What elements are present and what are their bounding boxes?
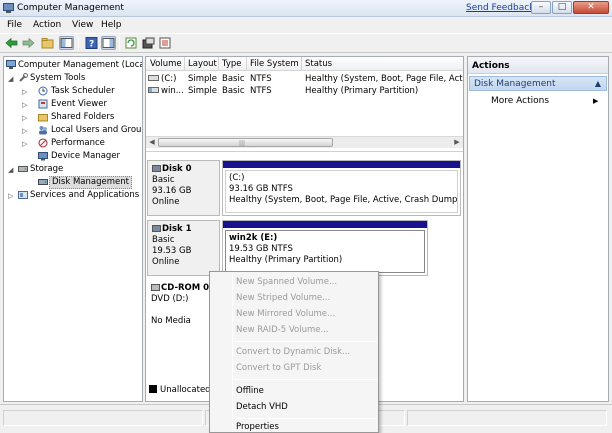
status-cell <box>407 410 607 426</box>
computer-management-icon <box>6 60 16 70</box>
back-arrow-icon[interactable] <box>4 36 19 50</box>
column-header-volume[interactable]: Volume <box>150 59 182 69</box>
expand-triangle-icon[interactable]: ▷ <box>22 88 30 96</box>
menu-item-new-spanned-volume[interactable]: New Spanned Volume... <box>236 275 337 289</box>
cd-rom-icon <box>151 284 160 291</box>
partition-bar <box>223 161 460 168</box>
menu-item-convert-to-dynamic-disk[interactable]: Convert to Dynamic Disk... <box>236 345 350 359</box>
status-cell <box>3 410 203 426</box>
volume-row[interactable]: win... Simple Basic NTFS Healthy (Primar… <box>146 85 463 97</box>
menu-item-new-striped-volume[interactable]: New Striped Volume... <box>236 291 330 305</box>
menu-item-convert-to-gpt-disk[interactable]: Convert to GPT Disk <box>236 361 321 375</box>
disk-0-label[interactable]: Disk 0 Basic 93.16 GB Online <box>147 160 220 216</box>
volume-row[interactable]: (C:) Simple Basic NTFS Healthy (System, … <box>146 73 463 85</box>
column-header-type[interactable]: Type <box>222 59 242 69</box>
scrollbar-thumb[interactable]: ||| <box>158 138 333 147</box>
column-header-layout[interactable]: Layout <box>188 59 217 69</box>
console-tree: Computer Management (Local ◢ System Tool… <box>3 56 143 402</box>
device-manager-icon <box>38 151 48 161</box>
actions-section-disk-management[interactable]: Disk Management ▲ <box>469 76 607 91</box>
storage-icon <box>18 164 28 174</box>
menu-help[interactable]: Help <box>101 20 122 30</box>
submenu-arrow-icon[interactable]: ▶ <box>593 97 598 105</box>
volume-list-scrollbar[interactable]: ◀ ||| ▶ <box>146 136 463 148</box>
clock-icon <box>38 86 48 96</box>
help-icon[interactable]: ? <box>84 36 99 50</box>
expand-triangle-icon[interactable]: ▷ <box>22 114 30 122</box>
menu-action[interactable]: Action <box>33 20 61 30</box>
expand-triangle-icon[interactable]: ▷ <box>22 101 30 109</box>
actions-pane: Actions Disk Management ▲ More Actions ▶ <box>467 56 609 402</box>
scroll-left-arrow-icon[interactable]: ◀ <box>146 137 158 148</box>
toolbar: ? <box>0 33 612 53</box>
menu-view[interactable]: View <box>72 20 93 30</box>
svg-text:?: ? <box>89 40 94 50</box>
minimize-button[interactable]: – <box>531 1 551 14</box>
partition-e[interactable]: win2k (E:) 19.53 GB NTFS Healthy (Primar… <box>222 220 428 276</box>
expand-triangle-icon[interactable]: ▷ <box>8 192 16 200</box>
disk-management-icon <box>38 177 48 187</box>
menu-item-detach-vhd[interactable]: Detach VHD <box>236 400 288 414</box>
disk-1-label[interactable]: Disk 1 Basic 19.53 GB Online <box>147 220 220 276</box>
more-actions-link[interactable]: More Actions <box>491 96 549 106</box>
column-header-file-system[interactable]: File System <box>250 59 299 69</box>
properties-icon[interactable] <box>141 36 156 50</box>
up-folder-icon[interactable] <box>40 36 55 50</box>
menu-file[interactable]: File <box>7 20 22 30</box>
tools-icon <box>18 73 28 83</box>
menu-item-new-mirrored-volume[interactable]: New Mirrored Volume... <box>236 307 335 321</box>
close-button[interactable]: ✕ <box>573 1 609 14</box>
expand-triangle-icon[interactable]: ▷ <box>22 140 30 148</box>
send-feedback-link[interactable]: Send Feedback <box>466 3 534 13</box>
legend-unallocated: Unallocated <box>149 385 211 395</box>
window-title: Computer Management <box>17 3 124 13</box>
shared-folder-icon <box>38 112 48 122</box>
partition-c[interactable]: (C:) 93.16 GB NTFS Healthy (System, Boot… <box>222 160 461 216</box>
menu-item-properties[interactable]: Properties <box>236 420 279 433</box>
export-list-icon[interactable] <box>158 36 173 50</box>
users-icon <box>38 125 48 135</box>
partition-bar <box>223 221 427 228</box>
show-hide-action-pane-icon[interactable] <box>101 36 116 50</box>
expand-triangle-icon[interactable]: ▷ <box>22 127 30 135</box>
show-hide-console-tree-icon[interactable] <box>59 36 74 50</box>
computer-management-icon <box>3 3 14 13</box>
collapse-triangle-icon[interactable]: ◢ <box>8 166 16 174</box>
column-header-status[interactable]: Status <box>305 59 332 69</box>
scroll-right-arrow-icon[interactable]: ▶ <box>451 137 463 148</box>
forward-arrow-icon[interactable] <box>21 36 36 50</box>
disk-context-menu: New Spanned Volume... New Striped Volume… <box>209 271 379 433</box>
disk-icon <box>152 225 161 232</box>
collapse-chevron-icon[interactable]: ▲ <box>595 79 601 88</box>
services-icon <box>18 190 28 200</box>
disk-icon <box>152 165 161 172</box>
collapse-triangle-icon[interactable]: ◢ <box>8 75 16 83</box>
actions-header: Actions <box>468 57 608 74</box>
volume-list-header: Volume Layout Type File System Status <box>146 57 463 71</box>
refresh-icon[interactable] <box>124 36 139 50</box>
maximize-button[interactable]: □ <box>552 1 572 14</box>
volume-icon <box>148 86 159 97</box>
menu-item-offline[interactable]: Offline <box>236 384 264 398</box>
performance-icon <box>38 138 48 148</box>
volume-icon <box>148 74 159 85</box>
title-bar: Computer Management Send Feedback – □ ✕ <box>0 0 612 17</box>
menu-item-new-raid5-volume[interactable]: New RAID-5 Volume... <box>236 323 329 337</box>
event-viewer-icon <box>38 99 48 109</box>
unallocated-swatch <box>149 385 157 393</box>
menu-bar: File Action View Help <box>0 17 612 33</box>
